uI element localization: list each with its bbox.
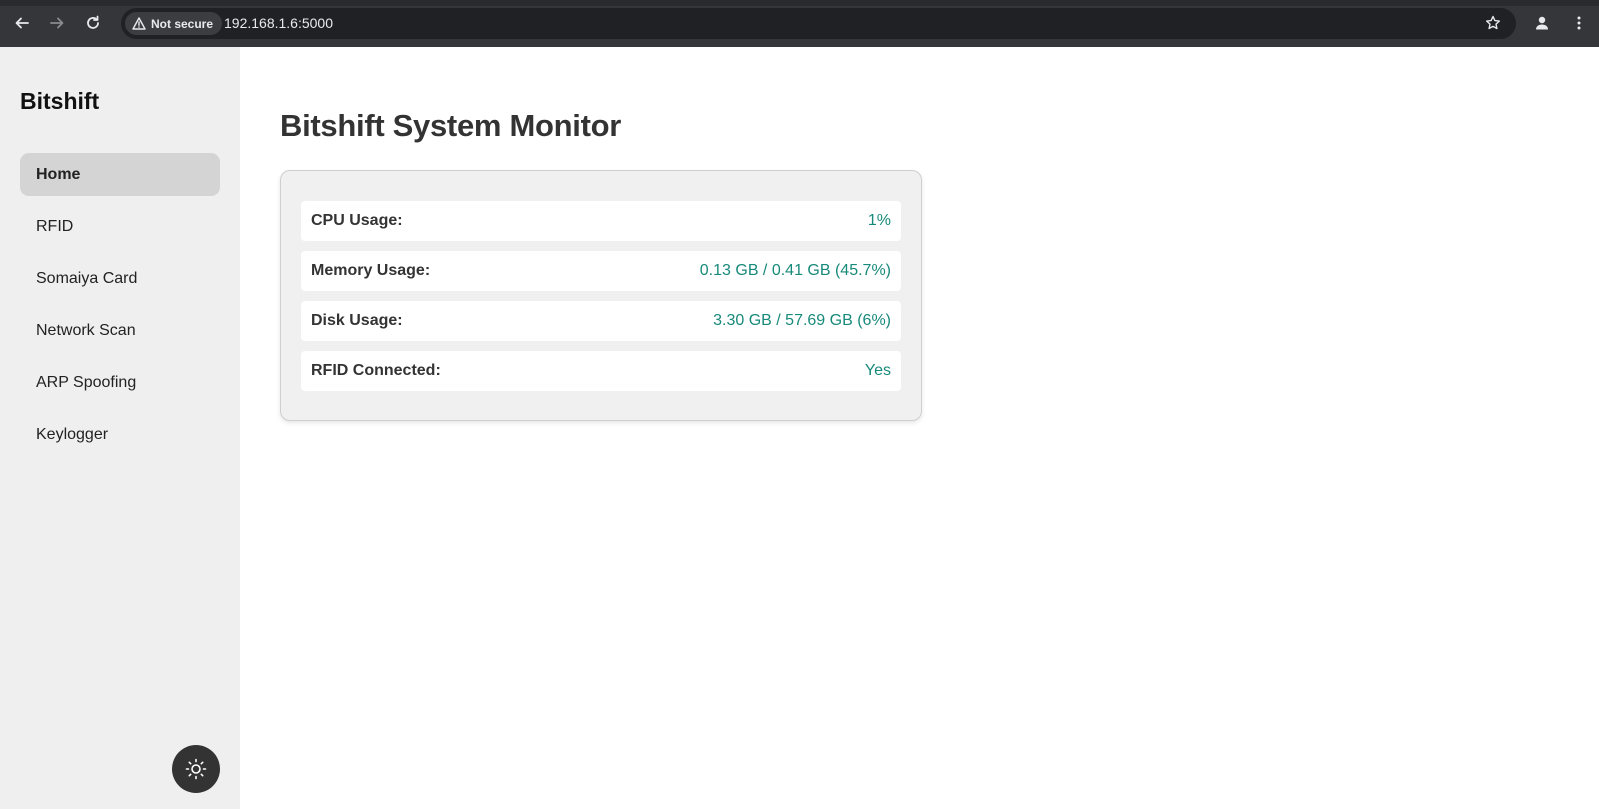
tab-strip	[0, 0, 1599, 6]
stat-value: 0.13 GB / 0.41 GB (45.7%)	[699, 262, 891, 279]
stat-label: Disk Usage:	[311, 312, 403, 329]
security-indicator[interactable]: Not secure	[125, 12, 223, 35]
stat-label: Memory Usage:	[311, 262, 431, 279]
arrow-right-icon	[50, 17, 64, 29]
warning-icon	[132, 17, 146, 30]
sun-icon	[185, 758, 207, 780]
security-label: Not secure	[151, 16, 214, 31]
url-text[interactable]: 192.168.1.6:5000	[224, 8, 333, 39]
bookmark-button[interactable]	[1484, 14, 1502, 32]
sidebar-nav: Home RFID Somaiya Card Network Scan ARP …	[20, 153, 220, 465]
stat-row-memory: Memory Usage: 0.13 GB / 0.41 GB (45.7%)	[301, 251, 901, 291]
page-title: Bitshift System Monitor	[280, 108, 622, 143]
sidebar-item-home[interactable]: Home	[20, 153, 220, 196]
sidebar-item-keylogger[interactable]: Keylogger	[20, 413, 220, 456]
more-vertical-icon	[1577, 16, 1581, 30]
reload-button[interactable]	[83, 13, 103, 33]
stat-row-disk: Disk Usage: 3.30 GB / 57.69 GB (6%)	[301, 301, 901, 341]
star-icon	[1486, 15, 1500, 30]
sidebar-item-arp-spoofing[interactable]: ARP Spoofing	[20, 361, 220, 404]
stat-row-cpu: CPU Usage: 1%	[301, 201, 901, 241]
back-button[interactable]	[12, 13, 32, 33]
system-stats-card: CPU Usage: 1% Memory Usage: 0.13 GB / 0.…	[280, 170, 922, 421]
forward-button[interactable]	[47, 13, 67, 33]
reload-icon	[87, 15, 99, 29]
sidebar-item-rfid[interactable]: RFID	[20, 205, 220, 248]
stat-row-rfid: RFID Connected: Yes	[301, 351, 901, 391]
address-bar[interactable]: Not secure 192.168.1.6:5000	[121, 8, 1516, 39]
sidebar-item-somaiya-card[interactable]: Somaiya Card	[20, 257, 220, 300]
theme-toggle-button[interactable]	[172, 745, 220, 793]
sidebar: Bitshift Home RFID Somaiya Card Network …	[0, 47, 240, 809]
profile-button[interactable]	[1532, 13, 1552, 33]
stat-label: RFID Connected:	[311, 362, 441, 379]
arrow-left-icon	[15, 17, 29, 29]
sidebar-item-network-scan[interactable]: Network Scan	[20, 309, 220, 352]
brand-logo: Bitshift	[20, 88, 100, 114]
person-icon	[1536, 16, 1548, 30]
stat-value: Yes	[864, 362, 891, 379]
stat-value: 1%	[867, 212, 891, 229]
browser-toolbar: Not secure 192.168.1.6:5000	[0, 0, 1599, 47]
stat-value: 3.30 GB / 57.69 GB (6%)	[713, 312, 891, 329]
browser-menu-button[interactable]	[1569, 13, 1589, 33]
stat-label: CPU Usage:	[311, 212, 403, 229]
